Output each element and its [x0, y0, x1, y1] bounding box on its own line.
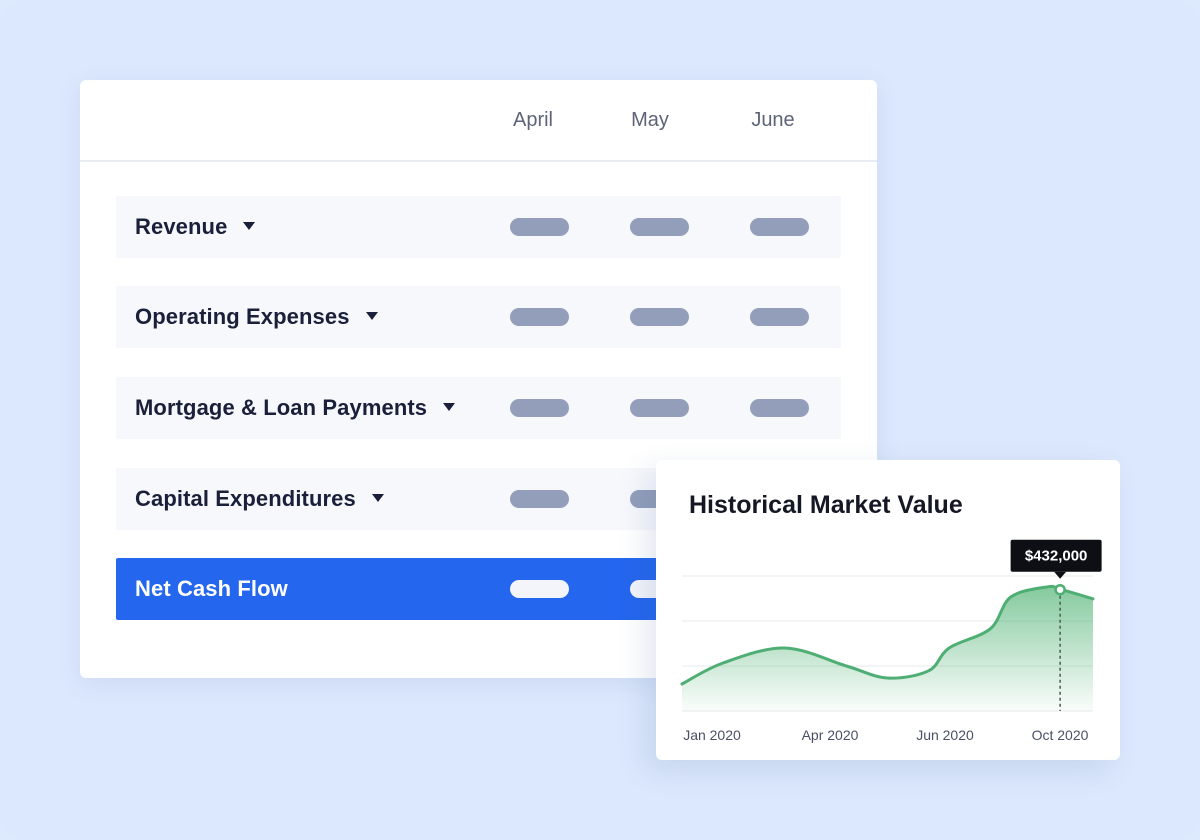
value-placeholder [630, 399, 689, 417]
x-tick-label: Apr 2020 [802, 727, 859, 743]
market-value-chart-card: Historical Market Value $432,000 Jan 202… [656, 460, 1120, 760]
row-mortgage-loan-payments[interactable]: Mortgage & Loan Payments [116, 377, 841, 439]
value-placeholder [750, 399, 809, 417]
row-label[interactable]: Capital Expenditures [135, 468, 384, 530]
market-value-chart: $432,000 Jan 2020 Apr 2020 Jun 2020 Oct 202… [680, 539, 1102, 743]
tooltip-value: $432,000 [1025, 548, 1088, 565]
caret-down-icon[interactable] [365, 312, 378, 321]
row-label: Net Cash Flow [135, 576, 288, 601]
column-header-april: April [512, 109, 553, 131]
row-label[interactable]: Mortgage & Loan Payments [135, 377, 456, 439]
value-placeholder [750, 218, 809, 236]
page-background: April May June Revenue Operating Expense… [0, 0, 1200, 840]
tooltip-pointer [1054, 571, 1067, 579]
caret-down-icon[interactable] [243, 222, 256, 231]
value-placeholder [510, 308, 569, 326]
caret-down-icon[interactable] [371, 494, 384, 503]
value-placeholder [630, 308, 689, 326]
value-placeholder [510, 580, 569, 598]
column-header-june: June [751, 109, 795, 131]
highlight-point[interactable] [1054, 583, 1066, 596]
value-placeholder [750, 308, 809, 326]
area-fill [682, 586, 1093, 711]
x-tick-label: Jan 2020 [683, 727, 741, 743]
row-revenue[interactable]: Revenue [116, 196, 841, 258]
column-header-may: May [631, 109, 669, 131]
x-tick-label: Jun 2020 [916, 727, 974, 743]
value-placeholder [630, 218, 689, 236]
value-placeholder [510, 399, 569, 417]
caret-down-icon[interactable] [443, 403, 456, 412]
row-label[interactable]: Operating Expenses [135, 286, 378, 348]
table-header: April May June [80, 80, 877, 162]
row-operating-expenses[interactable]: Operating Expenses [116, 286, 841, 348]
value-placeholder [510, 490, 569, 508]
row-label[interactable]: Revenue [135, 196, 256, 258]
value-placeholder [510, 218, 569, 236]
value-tooltip: $432,000 [1010, 539, 1102, 579]
x-tick-label: Oct 2020 [1032, 727, 1089, 743]
